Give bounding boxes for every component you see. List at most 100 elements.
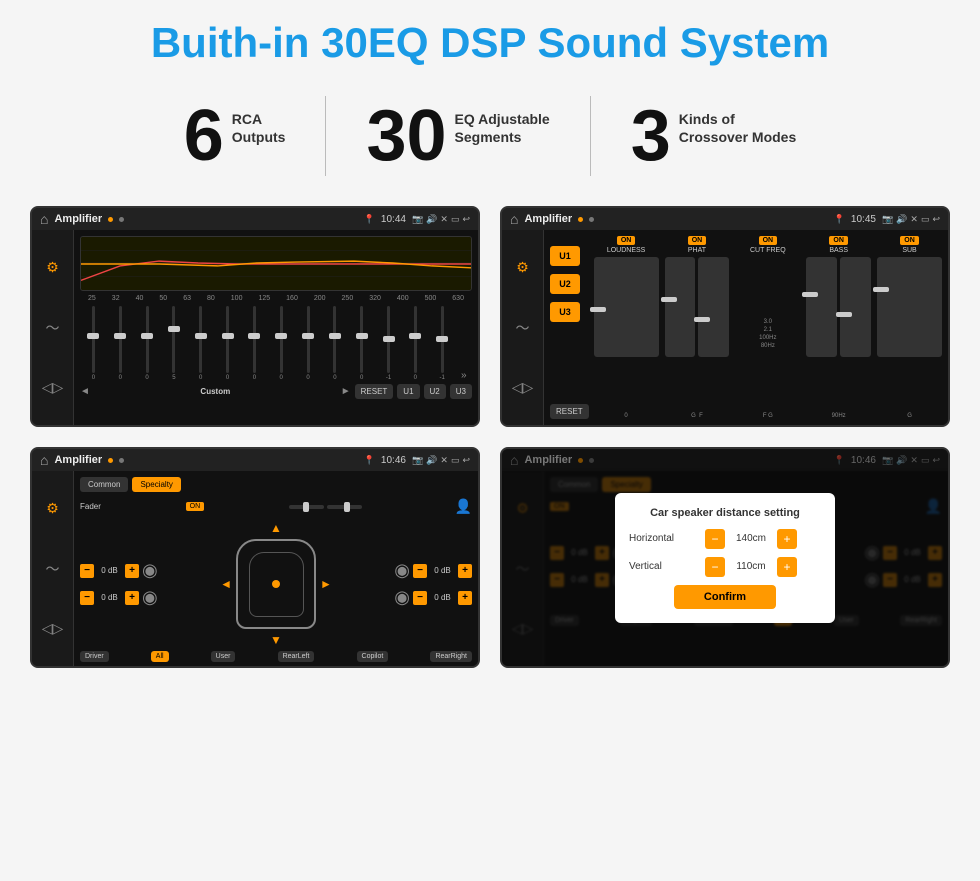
rear-right-btn[interactable]: RearRight — [430, 651, 472, 662]
bass-on-badge: ON — [829, 236, 848, 245]
eq-screen-body: ⚙ 〜 ◁▷ — [32, 230, 478, 425]
crossover-sidebar-eq-icon[interactable]: ⚙ — [516, 259, 529, 276]
phat-on-badge: ON — [688, 236, 707, 245]
vol1-minus[interactable]: − — [80, 564, 94, 578]
speaker-icon-3: ◉ — [394, 560, 410, 581]
vol2-minus[interactable]: − — [80, 591, 94, 605]
dialog-vertical-minus[interactable]: − — [705, 557, 725, 577]
eq-next-btn[interactable]: ► — [341, 386, 351, 397]
vol4-plus[interactable]: + — [458, 591, 472, 605]
stat-rca-number: 6 — [184, 100, 224, 172]
bass-slider2[interactable] — [840, 257, 871, 357]
eq-main-content: 2532405063 80100125160200 25032040050063… — [74, 230, 478, 425]
eq-slider-10[interactable]: 0 — [327, 306, 343, 381]
eq-play-icon — [119, 217, 124, 222]
vol2-plus[interactable]: + — [125, 591, 139, 605]
fader-back-icon[interactable]: ↩ — [462, 455, 470, 466]
phat-slider[interactable] — [665, 257, 696, 357]
all-btn[interactable]: All — [151, 651, 169, 662]
loudness-slider[interactable] — [594, 257, 659, 357]
eq-slider-12[interactable]: -1 — [381, 306, 397, 381]
eq-sidebar: ⚙ 〜 ◁▷ — [32, 230, 74, 425]
loudness-on-badge: ON — [617, 236, 636, 245]
eq-slider-2[interactable]: 0 — [112, 306, 128, 381]
dialog-horizontal-minus[interactable]: − — [705, 529, 725, 549]
dialog-vertical-row: Vertical − 110cm + — [629, 557, 821, 577]
eq-prev-btn[interactable]: ◄ — [80, 386, 90, 397]
crossover-reset-btn[interactable]: RESET — [550, 404, 589, 419]
fader-sidebar-vol-icon[interactable]: ◁▷ — [42, 620, 64, 637]
fader-tab-common[interactable]: Common — [80, 477, 128, 492]
nav-left-arrow[interactable]: ◄ — [220, 577, 232, 591]
nav-up-arrow[interactable]: ▲ — [270, 521, 282, 535]
eq-x-icon: ✕ — [440, 214, 448, 225]
eq-slider-4[interactable]: 5 — [166, 306, 182, 381]
eq-slider-13[interactable]: 0 — [407, 306, 423, 381]
fader-status-bar: ⌂ Amplifier 📍 10:46 📷 🔊 ✕ ▭ ↩ — [32, 449, 478, 471]
u3-btn[interactable]: U3 — [550, 302, 580, 322]
eq-slider-1[interactable]: 0 — [85, 306, 101, 381]
crossover-back-icon[interactable]: ↩ — [932, 214, 940, 225]
cutfreq-on-badge: ON — [759, 236, 778, 245]
u1-btn[interactable]: U1 — [550, 246, 580, 266]
copilot-btn[interactable]: Copilot — [357, 651, 389, 662]
driver-btn[interactable]: Driver — [80, 651, 109, 662]
crossover-sidebar-vol-icon[interactable]: ◁▷ — [512, 379, 534, 396]
crossover-sidebar: ⚙ 〜 ◁▷ — [502, 230, 544, 425]
nav-right-arrow[interactable]: ► — [320, 577, 332, 591]
stat-eq-label: EQ AdjustableSegments — [455, 100, 550, 146]
dialog-horizontal-plus[interactable]: + — [777, 529, 797, 549]
nav-down-arrow[interactable]: ▼ — [270, 633, 282, 647]
fader-label: Fader — [80, 502, 101, 511]
eq-u3-btn[interactable]: U3 — [450, 384, 472, 399]
eq-reset-btn[interactable]: RESET — [355, 384, 394, 399]
eq-slider-11[interactable]: 0 — [354, 306, 370, 381]
eq-sidebar-vol-icon[interactable]: ◁▷ — [42, 379, 64, 396]
speaker-icon-4: ◉ — [394, 587, 410, 608]
eq-time: 10:44 — [381, 214, 406, 225]
dialog-horizontal-val: 140cm — [731, 533, 771, 544]
user-btn[interactable]: User — [211, 651, 236, 662]
fader-sidebar-eq-icon[interactable]: ⚙ — [46, 500, 59, 517]
crossover-volume-icon: 🔊 — [896, 214, 907, 225]
confirm-button[interactable]: Confirm — [674, 585, 776, 609]
crossover-sliders: ON LOUDNESS 0 ON PHAT — [594, 236, 942, 419]
eq-slider-8[interactable]: 0 — [273, 306, 289, 381]
eq-slider-3[interactable]: 0 — [139, 306, 155, 381]
fader-h-slider2[interactable] — [327, 505, 362, 509]
bass-slider[interactable] — [806, 257, 837, 357]
eq-slider-14[interactable]: -1 — [434, 306, 450, 381]
crossover-sidebar-wave-icon[interactable]: 〜 — [516, 318, 530, 338]
eq-back-icon[interactable]: ↩ — [462, 214, 470, 225]
eq-sidebar-eq-icon[interactable]: ⚙ — [46, 259, 59, 276]
speaker-layout: − 0 dB + ◉ − 0 dB + ◉ — [80, 521, 472, 647]
sub-slider[interactable] — [877, 257, 942, 357]
eq-slider-5[interactable]: 0 — [193, 306, 209, 381]
fader-sidebar-wave-icon[interactable]: 〜 — [46, 559, 60, 579]
eq-u2-btn[interactable]: U2 — [424, 384, 446, 399]
eq-more-icon[interactable]: » — [461, 370, 467, 381]
rear-left-btn[interactable]: RearLeft — [278, 651, 315, 662]
u2-btn[interactable]: U2 — [550, 274, 580, 294]
vol4-minus[interactable]: − — [413, 591, 427, 605]
vol3-minus[interactable]: − — [413, 564, 427, 578]
fader-sidebar: ⚙ 〜 ◁▷ — [32, 471, 74, 666]
fader-tab-specialty[interactable]: Specialty — [132, 477, 180, 492]
fader-home-icon[interactable]: ⌂ — [40, 452, 48, 468]
fader-h-slider1[interactable] — [289, 505, 324, 509]
eq-slider-6[interactable]: 0 — [220, 306, 236, 381]
dialog-vertical-plus[interactable]: + — [777, 557, 797, 577]
sub-val: G — [907, 413, 912, 419]
eq-slider-7[interactable]: 0 — [246, 306, 262, 381]
cross-col-bass: ON BASS 90Hz — [806, 236, 871, 419]
phat-slider2[interactable] — [698, 257, 729, 357]
crossover-home-icon[interactable]: ⌂ — [510, 211, 518, 227]
eq-sidebar-wave-icon[interactable]: 〜 — [46, 318, 60, 338]
eq-slider-9[interactable]: 0 — [300, 306, 316, 381]
eq-home-icon[interactable]: ⌂ — [40, 211, 48, 227]
vol-row-1: − 0 dB + ◉ — [80, 560, 158, 581]
eq-u1-btn[interactable]: U1 — [397, 384, 419, 399]
speaker-left-side: − 0 dB + ◉ − 0 dB + ◉ — [80, 560, 158, 608]
vol3-plus[interactable]: + — [458, 564, 472, 578]
vol1-plus[interactable]: + — [125, 564, 139, 578]
